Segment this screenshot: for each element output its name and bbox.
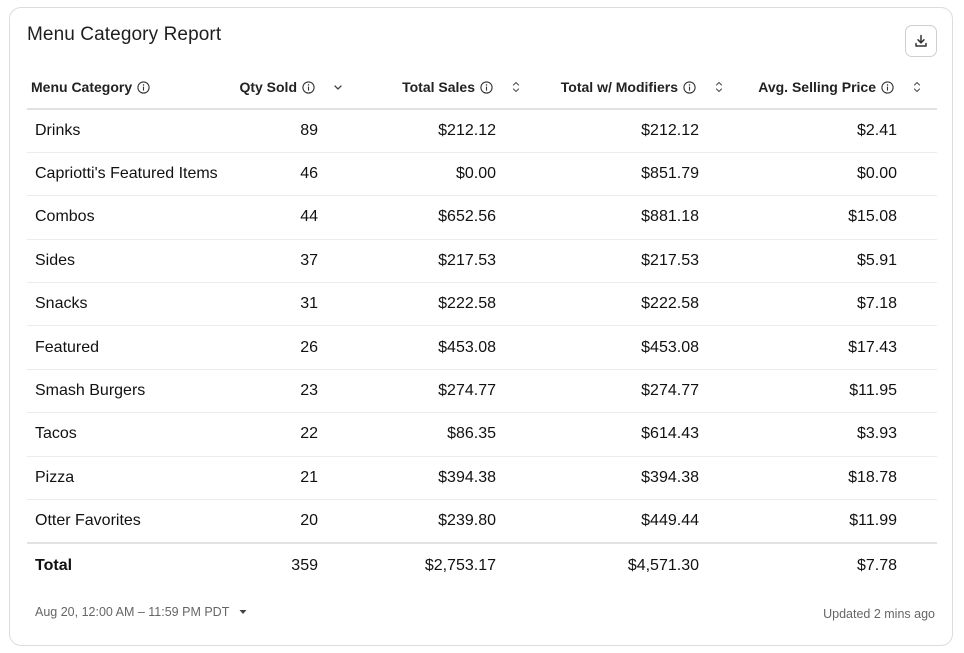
cell-total-sales: $212.12 <box>358 109 536 153</box>
cell-total-sales: $239.80 <box>358 499 536 544</box>
cell-avg-selling-price: $5.91 <box>739 239 937 284</box>
column-header-menu-category: Menu Category <box>27 66 243 110</box>
download-button[interactable] <box>905 25 937 57</box>
cell-qty-sold: 20 <box>243 499 358 544</box>
table-row: Featured 26 $453.08 $453.08 $17.43 <box>27 325 937 370</box>
report-card: Menu Category Report Menu Category Qty S… <box>9 7 953 646</box>
cell-total-sales: $0.00 <box>358 152 536 197</box>
info-icon[interactable] <box>480 80 493 94</box>
report-title: Menu Category Report <box>27 24 222 45</box>
cell-total-sales: $453.08 <box>358 325 536 370</box>
column-header-label: Qty Sold <box>239 79 297 95</box>
cell-avg-selling-price: $11.95 <box>739 369 937 414</box>
table-row: Otter Favorites 20 $239.80 $449.44 $11.9… <box>27 499 937 544</box>
sort-desc-icon[interactable] <box>333 81 343 93</box>
cell-avg-selling-price: $7.18 <box>739 282 937 327</box>
sort-icon[interactable] <box>511 80 521 94</box>
total-label: Total <box>35 557 73 575</box>
caret-down-icon <box>239 609 247 615</box>
cell-total-with-modifiers: $394.38 <box>536 456 739 501</box>
column-header-total-sales[interactable]: Total Sales <box>358 66 536 110</box>
sort-icon[interactable] <box>714 80 724 94</box>
column-header-label: Avg. Selling Price <box>758 79 876 95</box>
total-sales: $2,753.17 <box>424 557 496 575</box>
cell-avg-selling-price: $11.99 <box>739 499 937 544</box>
cell-qty-sold: 26 <box>243 325 358 370</box>
date-range-selector[interactable]: Aug 20, 12:00 AM – 11:59 PM PDT <box>35 605 247 619</box>
cell-avg-selling-price: $18.78 <box>739 456 937 501</box>
cell-menu-category: Tacos <box>27 412 243 457</box>
cell-qty-sold: 44 <box>243 195 358 240</box>
cell-total-with-modifiers: $274.77 <box>536 369 739 414</box>
cell-total-with-modifiers: $449.44 <box>536 499 739 544</box>
table-row: Smash Burgers 23 $274.77 $274.77 $11.95 <box>27 369 937 414</box>
cell-total-sales: $394.38 <box>358 456 536 501</box>
cell-menu-category: Snacks <box>27 282 243 327</box>
total-row: Total 359 $2,753.17 $4,571.30 $7.78 <box>27 543 937 589</box>
cell-menu-category: Sides <box>27 239 243 284</box>
cell-qty-sold: 37 <box>243 239 358 284</box>
total-with-modifiers: $4,571.30 <box>627 557 699 575</box>
cell-avg-selling-price: $2.41 <box>739 109 937 153</box>
cell-total-sales: $274.77 <box>358 369 536 414</box>
column-header-qty-sold[interactable]: Qty Sold <box>239 66 358 110</box>
cell-total-with-modifiers: $851.79 <box>536 152 739 197</box>
cell-avg-selling-price: $17.43 <box>739 325 937 370</box>
table-row: Drinks 89 $212.12 $212.12 $2.41 <box>27 109 937 153</box>
cell-total-with-modifiers: $212.12 <box>536 109 739 153</box>
cell-qty-sold: 31 <box>243 282 358 327</box>
cell-qty-sold: 21 <box>243 456 358 501</box>
report-table: Menu Category Qty Sold Total Sales Total… <box>27 66 937 589</box>
table-row: Capriotti's Featured Items 46 $0.00 $851… <box>27 152 937 197</box>
info-icon[interactable] <box>137 80 150 94</box>
table-row: Pizza 21 $394.38 $394.38 $18.78 <box>27 456 937 501</box>
cell-avg-selling-price: $0.00 <box>739 152 937 197</box>
column-header-label: Total w/ Modifiers <box>560 79 678 95</box>
updated-timestamp: Updated 2 mins ago <box>823 607 935 621</box>
table-row: Combos 44 $652.56 $881.18 $15.08 <box>27 195 937 240</box>
info-icon[interactable] <box>881 80 894 94</box>
cell-menu-category: Pizza <box>27 456 243 501</box>
date-range-label: Aug 20, 12:00 AM – 11:59 PM PDT <box>35 605 230 619</box>
cell-total-sales: $652.56 <box>358 195 536 240</box>
cell-total-with-modifiers: $881.18 <box>536 195 739 240</box>
cell-total-sales: $86.35 <box>358 412 536 457</box>
column-header-avg-selling-price[interactable]: Avg. Selling Price <box>739 66 937 110</box>
cell-qty-sold: 89 <box>243 109 358 153</box>
cell-avg-selling-price: $3.93 <box>739 412 937 457</box>
table-row: Snacks 31 $222.58 $222.58 $7.18 <box>27 282 937 327</box>
cell-total-with-modifiers: $217.53 <box>536 239 739 284</box>
cell-qty-sold: 22 <box>243 412 358 457</box>
cell-qty-sold: 23 <box>243 369 358 414</box>
total-qty-sold: 359 <box>291 557 318 575</box>
info-icon[interactable] <box>683 80 696 94</box>
cell-avg-selling-price: $15.08 <box>739 195 937 240</box>
column-header-label: Total Sales <box>402 79 475 95</box>
cell-menu-category: Combos <box>27 195 243 240</box>
column-header-total-with-modifiers[interactable]: Total w/ Modifiers <box>536 66 739 110</box>
total-avg-selling-price: $7.78 <box>856 557 897 575</box>
column-header-label: Menu Category <box>31 79 133 95</box>
download-icon <box>915 34 927 47</box>
cell-total-with-modifiers: $222.58 <box>536 282 739 327</box>
table-row: Tacos 22 $86.35 $614.43 $3.93 <box>27 412 937 457</box>
cell-total-with-modifiers: $614.43 <box>536 412 739 457</box>
cell-menu-category: Capriotti's Featured Items <box>27 152 243 197</box>
info-icon[interactable] <box>302 80 315 94</box>
cell-menu-category: Smash Burgers <box>27 369 243 414</box>
cell-total-with-modifiers: $453.08 <box>536 325 739 370</box>
cell-total-sales: $217.53 <box>358 239 536 284</box>
table-row: Sides 37 $217.53 $217.53 $5.91 <box>27 239 937 284</box>
sort-icon[interactable] <box>912 80 922 94</box>
cell-menu-category: Otter Favorites <box>27 499 243 544</box>
cell-qty-sold: 46 <box>243 152 358 197</box>
cell-total-sales: $222.58 <box>358 282 536 327</box>
cell-menu-category: Featured <box>27 325 243 370</box>
cell-menu-category: Drinks <box>27 109 243 153</box>
table-header-row: Menu Category Qty Sold Total Sales Total… <box>27 66 937 110</box>
